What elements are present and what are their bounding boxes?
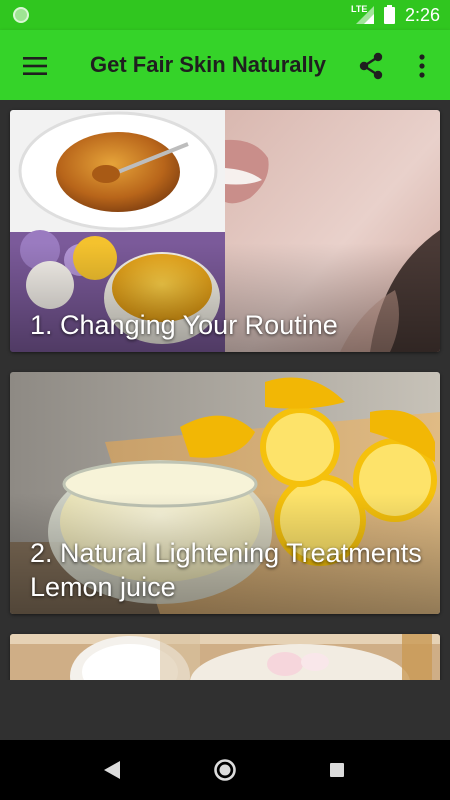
bottom-banner-area bbox=[0, 680, 450, 740]
article-card[interactable] bbox=[10, 634, 440, 680]
app-toolbar: Get Fair Skin Naturally bbox=[0, 30, 450, 100]
app-screen: LTE 2:26 Get Fair Skin Naturally 1. Chan… bbox=[0, 0, 450, 800]
recents-icon[interactable] bbox=[322, 755, 352, 785]
system-navigation-bar bbox=[0, 740, 450, 800]
menu-icon bbox=[23, 57, 47, 75]
article-title: 2. Natural Lightening Treatments Lemon j… bbox=[30, 538, 422, 602]
article-card[interactable]: 2. Natural Lightening Treatments Lemon j… bbox=[10, 372, 440, 614]
status-bar: LTE 2:26 bbox=[0, 0, 450, 30]
menu-button[interactable] bbox=[14, 45, 56, 87]
article-list: 1. Changing Your Routine 2. Natural Ligh… bbox=[0, 100, 450, 680]
cell-signal-icon bbox=[356, 6, 374, 24]
share-icon bbox=[359, 52, 383, 80]
back-icon[interactable] bbox=[98, 755, 128, 785]
article-card[interactable]: 1. Changing Your Routine bbox=[10, 110, 440, 352]
app-notification-icon bbox=[13, 7, 29, 23]
more-vert-icon bbox=[419, 54, 425, 78]
article-image bbox=[10, 634, 440, 680]
more-options-button[interactable] bbox=[402, 45, 442, 87]
battery-icon bbox=[384, 5, 395, 24]
share-button[interactable] bbox=[350, 45, 392, 87]
article-title: 1. Changing Your Routine bbox=[30, 310, 338, 340]
page-title: Get Fair Skin Naturally bbox=[90, 52, 326, 77]
clock: 2:26 bbox=[405, 5, 441, 25]
home-icon[interactable] bbox=[210, 755, 240, 785]
